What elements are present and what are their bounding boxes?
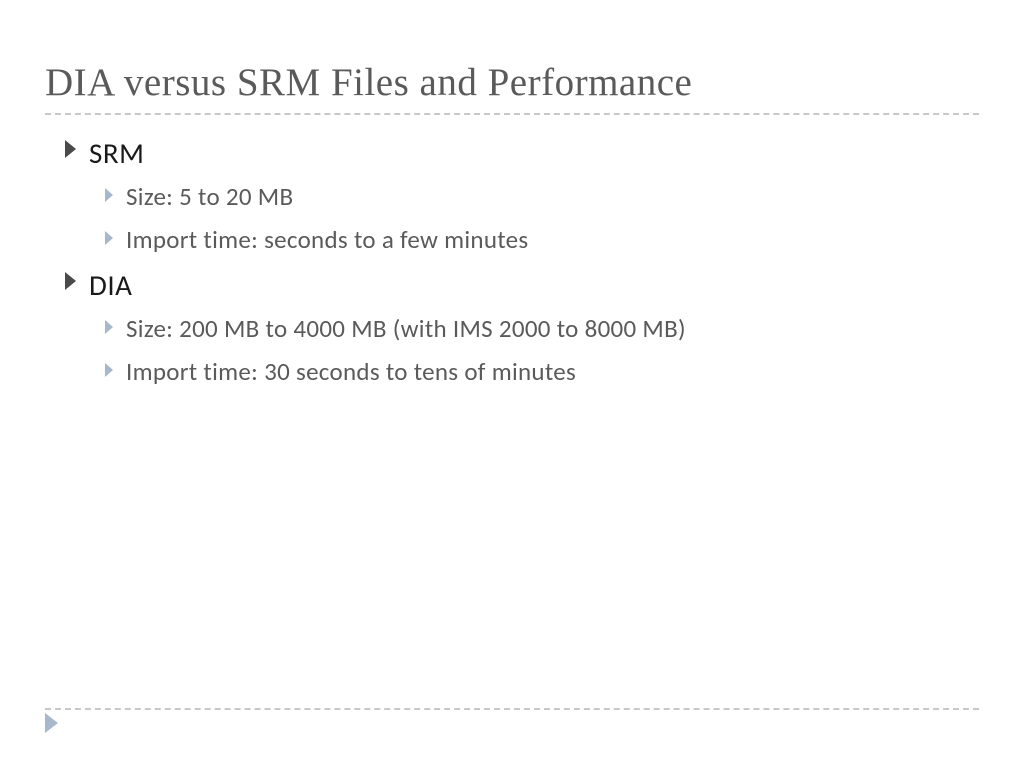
list-item-text: Import time: seconds to a few minutes xyxy=(126,224,529,255)
section-heading: SRM xyxy=(65,135,979,171)
footer-triangle-icon xyxy=(45,713,59,738)
section-heading-text: SRM xyxy=(89,135,144,171)
triangle-bullet-icon xyxy=(105,320,114,334)
list-item: Import time: 30 seconds to tens of minut… xyxy=(105,356,979,387)
title-divider xyxy=(45,113,979,115)
footer-divider xyxy=(45,708,979,710)
triangle-bullet-icon xyxy=(65,272,77,290)
triangle-bullet-icon xyxy=(105,231,114,245)
list-item: Size: 5 to 20 MB xyxy=(105,181,979,212)
section-heading-text: DIA xyxy=(89,267,132,303)
list-item: Size: 200 MB to 4000 MB (with IMS 2000 t… xyxy=(105,313,979,344)
slide-container: DIA versus SRM Files and Performance SRM… xyxy=(0,0,1024,768)
list-item: Import time: seconds to a few minutes xyxy=(105,224,979,255)
slide-title: DIA versus SRM Files and Performance xyxy=(45,60,979,105)
triangle-bullet-icon xyxy=(105,363,114,377)
list-item-text: Import time: 30 seconds to tens of minut… xyxy=(126,356,576,387)
list-item-text: Size: 5 to 20 MB xyxy=(126,181,293,212)
list-item-text: Size: 200 MB to 4000 MB (with IMS 2000 t… xyxy=(126,313,686,344)
slide-content: SRM Size: 5 to 20 MB Import time: second… xyxy=(45,135,979,387)
section-heading: DIA xyxy=(65,267,979,303)
triangle-bullet-icon xyxy=(105,188,114,202)
triangle-bullet-icon xyxy=(65,140,77,158)
